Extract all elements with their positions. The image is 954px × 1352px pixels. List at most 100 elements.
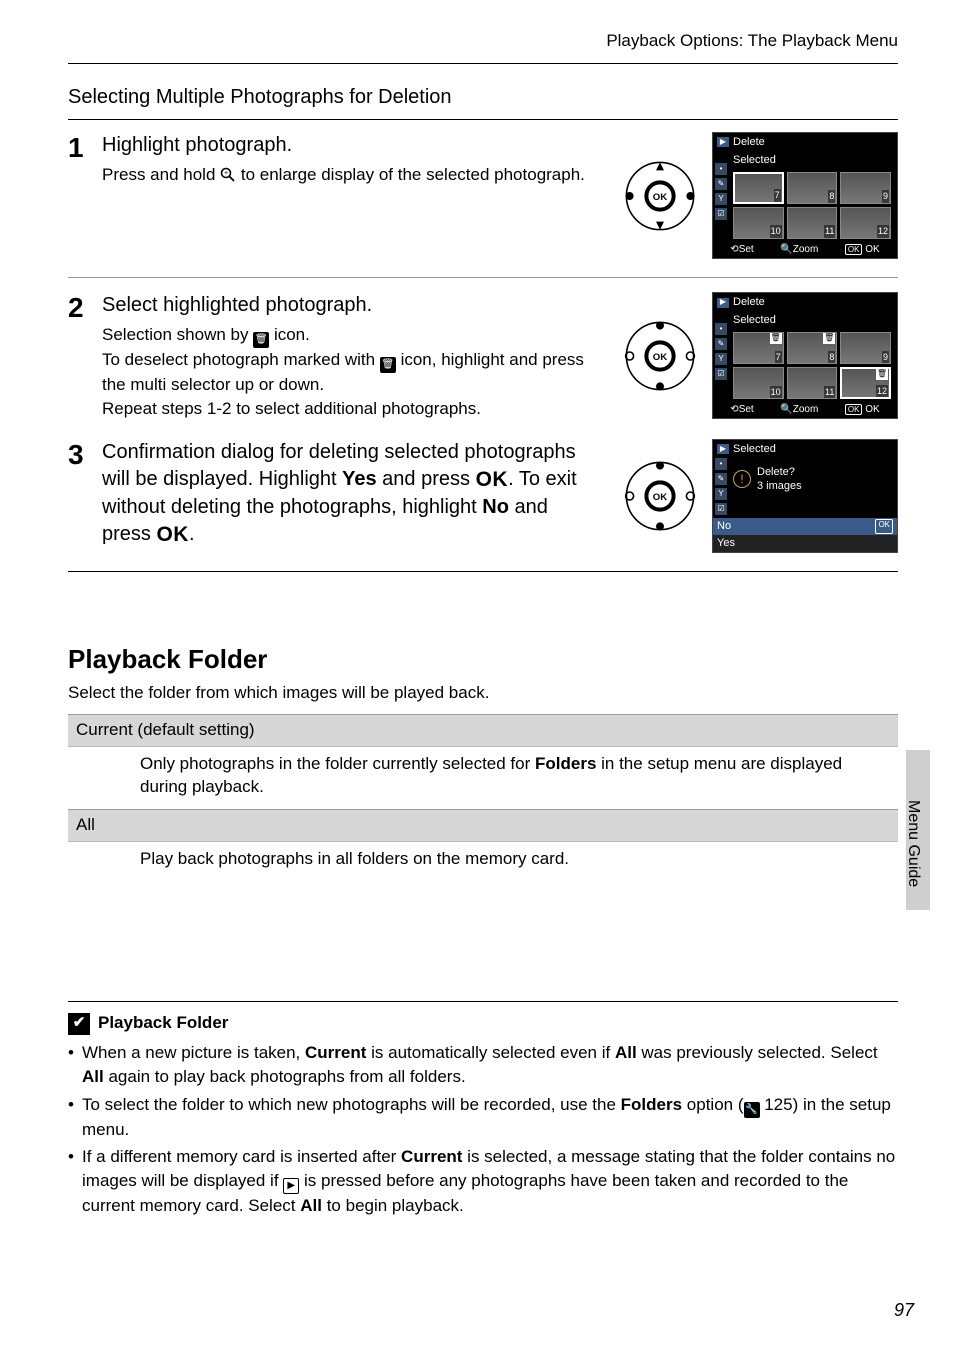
foot-zoom: Zoom [793,404,819,415]
thumb-num: 8 [828,190,835,202]
foot-set: Set [739,404,754,415]
foot-zoom: Zoom [793,244,819,255]
magnify-icon: + [220,166,236,190]
text-fragment: Only photographs in the folder currently… [140,754,535,773]
lcd-subtitle: Selected [713,312,897,330]
camera-screen: ▶Delete Selected •✎Y☑ 🗑7 🗑8 9 10 11 🗑12 … [712,292,898,419]
camera-screen: ▶ Delete Selected •✎Y☑ 7 8 9 10 11 12 ⟲Se… [712,132,898,259]
foot-set: Set [739,244,754,255]
step-2: 2 Select highlighted photograph. Selecti… [68,292,898,421]
warning-icon: ! [733,470,751,488]
lcd-title: Selected [733,442,776,457]
thumb-num: 7 [774,189,781,201]
thumbnail: 🗑 12 [840,367,891,399]
lcd-footer: ⟲Set 🔍Zoom OK OK [713,401,897,419]
step-1: 1 Highlight photograph. Press and hold +… [68,132,898,259]
note-block: ✔ Playback Folder When a new picture is … [68,1001,898,1218]
thumbnail: 11 [787,367,838,399]
trash-icon: 🗑 [380,357,396,373]
section-title: Playback Folder [68,642,898,677]
note-item: When a new picture is taken, Current is … [68,1041,898,1089]
lcd-title: Delete [733,135,765,150]
thumbnail: 7 [733,172,784,204]
confirm-count: 3 images [757,479,802,494]
ok-button-inline: OK [476,468,509,491]
step-text: Repeat steps 1-2 to select additional ph… [102,397,602,421]
play-icon: ▶ [717,298,729,308]
foot-ok: OK [865,404,879,415]
thumb-num: 9 [882,190,889,202]
thumbnail: 9 [840,172,891,204]
lcd-footer: ⟲Set 🔍Zoom OK OK [713,241,897,259]
option-label: Yes [717,536,735,551]
thumb-num: 10 [770,225,782,237]
confirm-question: Delete? [757,465,802,480]
ok-badge-icon: OK [875,519,893,534]
wrench-icon: 🔧 [744,1102,760,1118]
step-number: 2 [68,292,92,322]
step-number: 3 [68,439,92,469]
thumbnail: 10 [733,207,784,239]
thumbnail: 9 [840,332,891,364]
thumb-num: 9 [882,351,889,363]
bold-text: Yes [342,468,376,490]
option-header-current: Current (default setting) [68,714,898,746]
lcd-title: Delete [733,295,765,310]
lcd-subtitle: Selected [713,152,897,170]
thumbnail-grid: 7 8 9 10 11 12 [713,170,897,241]
multi-selector-icon: OK [620,456,700,536]
foot-ok: OK [865,244,879,255]
thumb-num: 10 [770,386,782,398]
thumb-num: 11 [824,386,835,398]
option-label: No [717,519,731,534]
play-icon: ▶ [717,444,729,454]
marked-icon: 🗑 [823,333,835,344]
text-fragment: Selection shown by [102,325,253,344]
play-icon: ▶ [283,1178,299,1194]
step-title: Highlight photograph. [102,132,602,159]
multi-selector-icon: OK [620,316,700,396]
step-text: Selection shown by 🗑 icon. [102,323,602,348]
running-header: Playback Options: The Playback Menu [68,30,898,57]
marked-icon: 🗑 [876,369,888,380]
side-label: Menu Guide [902,800,924,887]
thumb-num: 11 [824,225,835,237]
bold-text: Folders [535,754,596,773]
header-rule [68,63,898,64]
step-title: Select highlighted photograph. [102,292,602,319]
text-fragment: . [189,523,195,545]
option-yes: Yes [713,535,897,552]
camera-screen-confirm: ▶ Selected •✎Y☑ ! Delete? 3 images No OK Y… [712,439,898,553]
step-text: To deselect photograph marked with 🗑 ico… [102,348,602,397]
thumbnail: 10 [733,367,784,399]
section-intro: Select the folder from which images will… [68,682,898,705]
ok-button-inline: OK [156,523,189,546]
thumb-num: 12 [876,385,888,397]
option-body-current: Only photographs in the folder currently… [68,746,898,809]
section-subtitle: Selecting Multiple Photographs for Delet… [68,84,898,111]
check-icon: ✔ [68,1013,90,1035]
section-end-rule [68,571,898,572]
thumb-num: 12 [877,225,889,237]
thumbnail-grid: 🗑 7 🗑 8 9 10 11 🗑 12 [713,330,897,401]
trash-icon: 🗑 [253,332,269,348]
thumb-num: 7 [775,351,782,363]
step-text: Press and hold + to enlarge display of t… [102,163,602,190]
option-body-all: Play back photographs in all folders on … [68,841,898,881]
note-item: If a different memory card is inserted a… [68,1145,898,1218]
text-fragment: To deselect photograph marked with [102,350,380,369]
lcd-sidebar: •✎Y☑ [715,323,727,380]
text-fragment: and press [377,468,476,490]
section-rule [68,119,898,120]
play-icon: ▶ [717,137,729,147]
svg-text:OK: OK [653,192,667,203]
option-header-all: All [68,809,898,841]
lcd-sidebar: •✎Y☑ [715,458,727,515]
option-no: No OK [713,518,897,535]
thumb-num: 8 [828,351,835,363]
svg-text:+: + [224,170,228,177]
svg-text:OK: OK [653,352,667,363]
marked-icon: 🗑 [770,333,782,344]
step-separator [68,277,898,278]
lcd-sidebar: •✎Y☑ [715,163,727,220]
